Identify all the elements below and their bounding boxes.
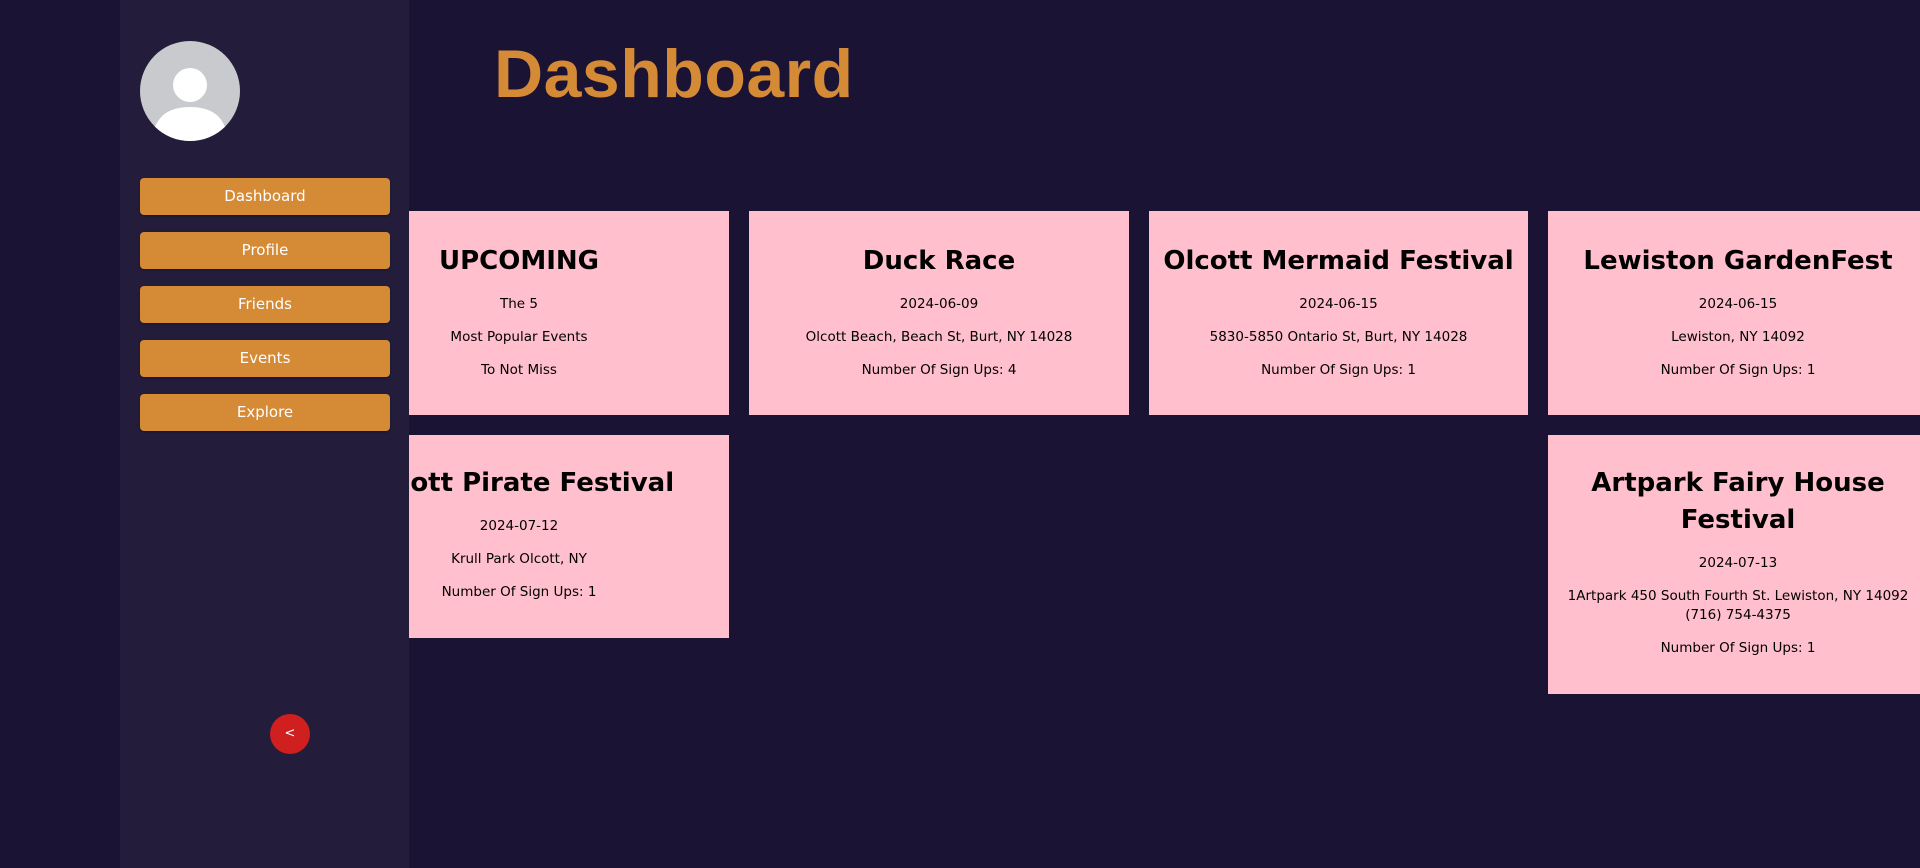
event-card[interactable]: Olcott Pirate Festival 2024-07-12 Krull …: [409, 435, 729, 638]
nav-friends-button[interactable]: Friends: [140, 286, 390, 323]
event-address: 5830-5850 Ontario St, Burt, NY 14028: [1209, 329, 1468, 345]
event-signups: Number Of Sign Ups: 4: [861, 362, 1017, 378]
collapse-sidebar-button[interactable]: <: [270, 714, 310, 754]
sidebar: Dashboard Profile Friends Events Explore…: [120, 0, 409, 868]
nav-dashboard-button[interactable]: Dashboard: [140, 178, 390, 215]
upcoming-card-line: To Not Miss: [481, 362, 557, 378]
event-date: 2024-07-13: [1698, 555, 1778, 571]
upcoming-card: UPCOMING The 5 Most Popular Events To No…: [409, 211, 729, 415]
event-title: Artpark Fairy House Festival: [1591, 468, 1885, 535]
nav-profile-button[interactable]: Profile: [140, 232, 390, 269]
event-signups: Number Of Sign Ups: 1: [441, 584, 597, 600]
upcoming-card-line: The 5: [500, 296, 538, 312]
event-title: Olcott Pirate Festival: [409, 468, 675, 498]
sidebar-nav: Dashboard Profile Friends Events Explore: [140, 178, 390, 448]
nav-events-button[interactable]: Events: [140, 340, 390, 377]
event-title: Olcott Mermaid Festival: [1163, 246, 1514, 276]
event-card-content: Olcott Pirate Festival 2024-07-12 Krull …: [409, 435, 709, 602]
event-date: 2024-06-15: [1698, 296, 1778, 312]
event-address: Olcott Beach, Beach St, Burt, NY 14028: [805, 329, 1073, 345]
event-card-content: Artpark Fairy House Festival 2024-07-13 …: [1548, 435, 1920, 658]
event-address: 1Artpark 450 South Fourth St. Lewiston, …: [1567, 588, 1909, 623]
upcoming-card-title: UPCOMING: [439, 246, 599, 276]
event-date: 2024-07-12: [479, 518, 559, 534]
upcoming-card-content: UPCOMING The 5 Most Popular Events To No…: [409, 211, 709, 380]
upcoming-card-line: Most Popular Events: [450, 329, 588, 345]
event-signups: Number Of Sign Ups: 1: [1660, 640, 1816, 656]
event-card[interactable]: Artpark Fairy House Festival 2024-07-13 …: [1548, 435, 1920, 694]
event-title: Duck Race: [862, 246, 1016, 276]
event-date: 2024-06-15: [1299, 296, 1378, 312]
event-card[interactable]: Olcott Mermaid Festival 2024-06-15 5830-…: [1149, 211, 1528, 415]
event-signups: Number Of Sign Ups: 1: [1660, 362, 1816, 378]
event-card-content: Lewiston GardenFest 2024-06-15 Lewiston,…: [1548, 211, 1920, 380]
page-title: Dashboard: [494, 36, 854, 112]
event-address: Lewiston, NY 14092: [1671, 329, 1805, 345]
event-signups: Number Of Sign Ups: 1: [1261, 362, 1416, 378]
event-address: Krull Park Olcott, NY: [451, 551, 587, 567]
avatar[interactable]: [140, 41, 240, 141]
nav-explore-button[interactable]: Explore: [140, 394, 390, 431]
user-silhouette-icon: [152, 68, 228, 141]
event-date: 2024-06-09: [899, 296, 979, 312]
event-card[interactable]: Duck Race 2024-06-09 Olcott Beach, Beach…: [749, 211, 1129, 415]
app-root: Dashboard Profile Friends Events Explore…: [0, 0, 1920, 868]
event-card[interactable]: Lewiston GardenFest 2024-06-15 Lewiston,…: [1548, 211, 1920, 415]
event-title: Lewiston GardenFest: [1583, 246, 1893, 276]
